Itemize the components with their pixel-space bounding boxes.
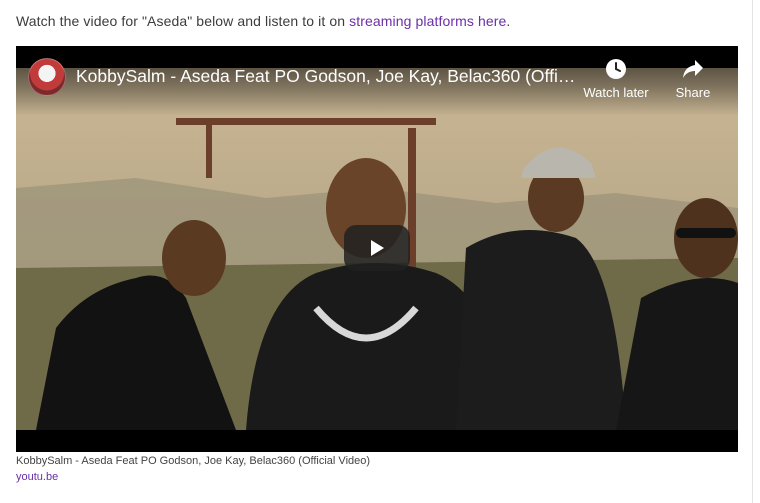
video-title[interactable]: KobbySalm - Aseda Feat PO Godson, Joe Ka… (76, 66, 576, 87)
channel-avatar[interactable] (28, 58, 66, 96)
share-button[interactable]: Share (653, 58, 733, 100)
video-caption: KobbySalm - Aseda Feat PO Godson, Joe Ka… (16, 455, 371, 467)
video-embed[interactable]: KobbySalm - Aseda Feat PO Godson, Joe Ka… (16, 46, 738, 452)
share-label: Share (675, 85, 711, 100)
play-button[interactable] (344, 225, 410, 271)
content-border (752, 0, 753, 503)
watch-later-button[interactable]: Watch later (576, 58, 656, 100)
intro-text: Watch the video for "Aseda" below and li… (16, 13, 511, 29)
watch-later-label: Watch later (583, 85, 649, 100)
clock-icon (576, 58, 656, 80)
play-icon (371, 240, 384, 256)
share-arrow-icon (653, 58, 733, 80)
streaming-platforms-link[interactable]: streaming platforms here (349, 13, 506, 29)
source-link[interactable]: youtu.be (16, 471, 58, 483)
